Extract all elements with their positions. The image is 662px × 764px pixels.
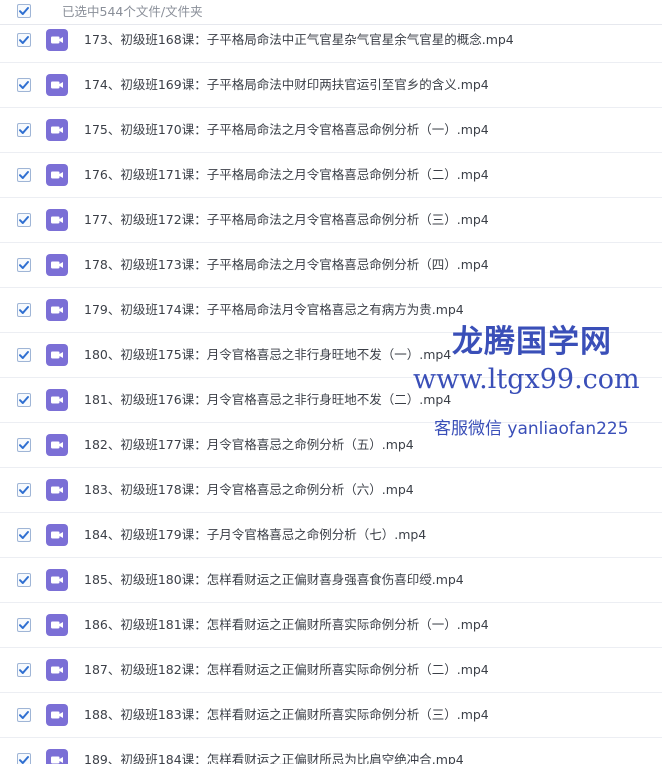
file-name: 183、初级班178课：月令官格喜忌之命例分析（六）.mp4 xyxy=(84,482,414,497)
watermark-contact: 客服微信 yanliaofan225 xyxy=(434,419,629,439)
file-name: 173、初级班168课：子平格局命法中正气官星杂气官星余气官星的概念.mp4 xyxy=(84,32,514,47)
file-checkbox[interactable] xyxy=(17,753,31,764)
video-file-icon xyxy=(46,29,68,51)
file-row[interactable]: 189、初级班184课：怎样看财运之正偏财所忌为比肩空绝冲合.mp4 xyxy=(0,738,662,764)
file-name: 182、初级班177课：月令官格喜忌之命例分析（五）.mp4 xyxy=(84,437,414,452)
checkmark-icon xyxy=(19,81,29,89)
video-file-icon xyxy=(46,389,68,411)
checkmark-icon xyxy=(19,126,29,134)
file-name: 178、初级班173课：子平格局命法之月令官格喜忌命例分析（四）.mp4 xyxy=(84,257,489,272)
watermark-url: www.ltgx99.com xyxy=(413,364,640,395)
checkmark-icon xyxy=(19,396,29,404)
file-checkbox[interactable] xyxy=(17,483,31,497)
checkmark-icon xyxy=(19,171,29,179)
file-row[interactable]: 186、初级班181课：怎样看财运之正偏财所喜实际命例分析（一）.mp4 xyxy=(0,603,662,648)
checkmark-icon xyxy=(19,711,29,719)
file-name: 176、初级班171课：子平格局命法之月令官格喜忌命例分析（二）.mp4 xyxy=(84,167,489,182)
file-checkbox[interactable] xyxy=(17,528,31,542)
file-name: 174、初级班169课：子平格局命法中财印两扶官运引至官乡的含义.mp4 xyxy=(84,77,489,92)
file-name: 186、初级班181课：怎样看财运之正偏财所喜实际命例分析（一）.mp4 xyxy=(84,617,489,632)
file-checkbox[interactable] xyxy=(17,33,31,47)
checkmark-icon xyxy=(19,486,29,494)
file-checkbox[interactable] xyxy=(17,663,31,677)
file-row[interactable]: 178、初级班173课：子平格局命法之月令官格喜忌命例分析（四）.mp4 xyxy=(0,243,662,288)
file-checkbox[interactable] xyxy=(17,618,31,632)
file-row[interactable]: 176、初级班171课：子平格局命法之月令官格喜忌命例分析（二）.mp4 xyxy=(0,153,662,198)
file-name: 188、初级班183课：怎样看财运之正偏财所喜实际命例分析（三）.mp4 xyxy=(84,707,489,722)
file-row[interactable]: 185、初级班180课：怎样看财运之正偏财喜身强喜食伤喜印绶.mp4 xyxy=(0,558,662,603)
video-file-icon xyxy=(46,254,68,276)
file-row[interactable]: 175、初级班170课：子平格局命法之月令官格喜忌命例分析（一）.mp4 xyxy=(0,108,662,153)
video-file-icon xyxy=(46,659,68,681)
video-file-icon xyxy=(46,74,68,96)
video-file-icon xyxy=(46,524,68,546)
file-row[interactable]: 177、初级班172课：子平格局命法之月令官格喜忌命例分析（三）.mp4 xyxy=(0,198,662,243)
video-file-icon xyxy=(46,164,68,186)
video-file-icon xyxy=(46,434,68,456)
file-checkbox[interactable] xyxy=(17,303,31,317)
file-name: 185、初级班180课：怎样看财运之正偏财喜身强喜食伤喜印绶.mp4 xyxy=(84,572,464,587)
checkmark-icon xyxy=(19,576,29,584)
checkmark-icon xyxy=(19,7,29,15)
file-checkbox[interactable] xyxy=(17,708,31,722)
file-checkbox[interactable] xyxy=(17,168,31,182)
checkmark-icon xyxy=(19,261,29,269)
select-all-checkbox[interactable] xyxy=(17,4,31,18)
video-file-icon xyxy=(46,119,68,141)
file-name: 181、初级班176课：月令官格喜忌之非行身旺地不发（二）.mp4 xyxy=(84,392,452,407)
checkmark-icon xyxy=(19,666,29,674)
file-row[interactable]: 183、初级班178课：月令官格喜忌之命例分析（六）.mp4 xyxy=(0,468,662,513)
checkmark-icon xyxy=(19,441,29,449)
video-file-icon xyxy=(46,299,68,321)
video-file-icon xyxy=(46,344,68,366)
file-name: 179、初级班174课：子平格局命法月令官格喜忌之有病方为贵.mp4 xyxy=(84,302,464,317)
video-file-icon xyxy=(46,209,68,231)
file-row[interactable]: 184、初级班179课：子月令官格喜忌之命例分析（七）.mp4 xyxy=(0,513,662,558)
selection-count-text: 已选中544个文件/文件夹 xyxy=(62,4,203,19)
video-file-icon xyxy=(46,749,68,764)
selection-header: 已选中544个文件/文件夹 xyxy=(0,0,662,25)
file-name: 187、初级班182课：怎样看财运之正偏财所喜实际命例分析（二）.mp4 xyxy=(84,662,489,677)
file-checkbox[interactable] xyxy=(17,573,31,587)
file-row[interactable]: 188、初级班183课：怎样看财运之正偏财所喜实际命例分析（三）.mp4 xyxy=(0,693,662,738)
video-file-icon xyxy=(46,569,68,591)
file-checkbox[interactable] xyxy=(17,393,31,407)
video-file-icon xyxy=(46,479,68,501)
checkmark-icon xyxy=(19,306,29,314)
file-row[interactable]: 174、初级班169课：子平格局命法中财印两扶官运引至官乡的含义.mp4 xyxy=(0,63,662,108)
file-checkbox[interactable] xyxy=(17,213,31,227)
file-name: 189、初级班184课：怎样看财运之正偏财所忌为比肩空绝冲合.mp4 xyxy=(84,752,464,764)
checkmark-icon xyxy=(19,531,29,539)
checkmark-icon xyxy=(19,621,29,629)
file-name: 177、初级班172课：子平格局命法之月令官格喜忌命例分析（三）.mp4 xyxy=(84,212,489,227)
file-checkbox[interactable] xyxy=(17,438,31,452)
file-row[interactable]: 187、初级班182课：怎样看财运之正偏财所喜实际命例分析（二）.mp4 xyxy=(0,648,662,693)
checkmark-icon xyxy=(19,756,29,764)
checkmark-icon xyxy=(19,36,29,44)
checkmark-icon xyxy=(19,216,29,224)
file-list-page: 173、初级班168课：子平格局命法中正气官星杂气官星余气官星的概念.mp4 17… xyxy=(0,0,662,764)
file-name: 180、初级班175课：月令官格喜忌之非行身旺地不发（一）.mp4 xyxy=(84,347,452,362)
file-checkbox[interactable] xyxy=(17,123,31,137)
file-checkbox[interactable] xyxy=(17,258,31,272)
file-name: 175、初级班170课：子平格局命法之月令官格喜忌命例分析（一）.mp4 xyxy=(84,122,489,137)
file-checkbox[interactable] xyxy=(17,78,31,92)
video-file-icon xyxy=(46,614,68,636)
file-checkbox[interactable] xyxy=(17,348,31,362)
file-name: 184、初级班179课：子月令官格喜忌之命例分析（七）.mp4 xyxy=(84,527,427,542)
checkmark-icon xyxy=(19,351,29,359)
watermark-title: 龙腾国学网 xyxy=(452,324,612,360)
video-file-icon xyxy=(46,704,68,726)
